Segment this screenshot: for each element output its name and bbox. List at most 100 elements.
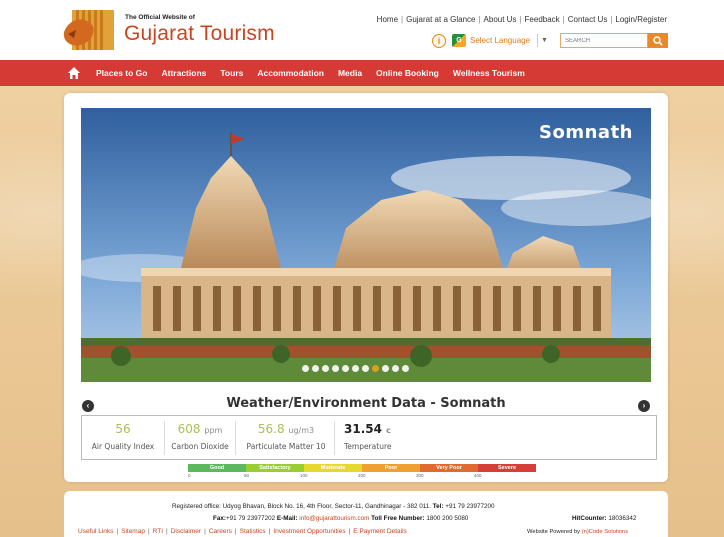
weather-data-box: 56 Air Quality Index 608 ppm Carbon Diox… — [81, 415, 657, 460]
scale-tick: 0 — [188, 473, 191, 478]
metric-aqi: 56 Air Quality Index — [84, 422, 162, 451]
footer-link-sitemap[interactable]: Sitemap — [121, 528, 145, 535]
scale-good: Good — [188, 464, 246, 472]
footer-address-line: Registered office: Udyog Bhavan, Block N… — [172, 503, 494, 510]
nav-item-accommodation[interactable]: Accommodation — [257, 68, 324, 78]
scale-severe: Severe — [478, 464, 536, 472]
language-icon[interactable]: G — [452, 34, 466, 47]
scale-satisfactory: Satisfactory — [246, 464, 304, 472]
footer-tel: +91 79 23977200 — [445, 503, 495, 510]
footer-fax: +91 79 23977202 — [225, 515, 276, 522]
search-button[interactable] — [648, 33, 668, 48]
slide-dot[interactable] — [322, 365, 329, 372]
footer-links: Useful Links | Sitemap | RTI | Disclaimer | Care… — [78, 528, 407, 535]
scale-poor: Poor — [362, 464, 420, 472]
slide-indicators — [302, 365, 409, 372]
slide-dot[interactable] — [352, 365, 359, 372]
hero-slideshow[interactable]: Somnath — [81, 108, 651, 382]
hero-title: Somnath — [539, 122, 633, 143]
scale-tick: 50 — [244, 473, 250, 478]
scale-very-poor: Very Poor — [420, 464, 478, 472]
footer-tollfree: 1800 200 5080 — [426, 515, 469, 522]
powered-label: Website Powered by — [527, 529, 581, 535]
nav-item-tours[interactable]: Tours — [220, 68, 243, 78]
metric-pm10: 56.8 ug/m3 Particulate Matter 10 — [240, 422, 332, 451]
slide-dot[interactable] — [382, 365, 389, 372]
slide-dot[interactable] — [402, 365, 409, 372]
hitcounter-value: 18036342 — [608, 515, 637, 522]
footer-tollfree-label: Toll Free Number: — [371, 515, 425, 522]
lion-logo-icon[interactable] — [62, 8, 118, 52]
slide-dot[interactable] — [332, 365, 339, 372]
footer-link-statistics[interactable]: Statistics — [240, 528, 266, 535]
metric-temperature: 31.54 c Temperature — [344, 422, 392, 451]
slide-dot-active[interactable] — [372, 365, 379, 372]
search-input[interactable] — [560, 33, 648, 48]
info-icon[interactable]: i — [432, 34, 446, 48]
aqi-label: Air Quality Index — [91, 442, 155, 451]
top-link-about[interactable]: About Us — [484, 15, 517, 24]
home-icon[interactable] — [67, 66, 81, 80]
footer-email-link[interactable]: info@gujarattourism.com — [299, 515, 369, 522]
nav-item-attractions[interactable]: Attractions — [162, 68, 207, 78]
language-select[interactable]: Select Language — [470, 36, 530, 45]
pm10-label: Particulate Matter 10 — [246, 442, 326, 451]
divider — [164, 421, 165, 455]
logo-tagline: The Official Website of — [125, 14, 195, 21]
top-link-contact[interactable]: Contact Us — [568, 15, 608, 24]
somnath-temple-image — [81, 108, 651, 382]
slide-dot[interactable] — [302, 365, 309, 372]
footer-link-rti[interactable]: RTI — [153, 528, 163, 535]
logo-title[interactable]: Gujarat Tourism — [124, 22, 275, 46]
divider — [334, 421, 335, 455]
slide-dot[interactable] — [342, 365, 349, 372]
footer-email-label: E-Mail: — [276, 515, 298, 522]
temperature-unit: c — [386, 426, 391, 435]
slide-dot[interactable] — [312, 365, 319, 372]
scale-tick: 400 — [474, 473, 482, 478]
scale-moderate: Moderate — [304, 464, 362, 472]
pm10-value: 56.8 — [257, 422, 285, 436]
co2-value: 608 — [177, 422, 201, 436]
slide-dot[interactable] — [362, 365, 369, 372]
aqi-scale: Good Satisfactory Moderate Poor Very Poo… — [188, 464, 536, 472]
scale-tick: 300 — [416, 473, 424, 478]
search-icon — [653, 35, 663, 46]
co2-unit: ppm — [204, 426, 223, 435]
aqi-value: 56 — [115, 422, 131, 436]
next-arrow-icon[interactable]: › — [638, 400, 650, 412]
footer-tel-label: Tel: — [432, 503, 444, 510]
footer-contact-line: Fax:+91 79 23977202 E-Mail: info@gujarat… — [213, 515, 468, 522]
footer-link-investment[interactable]: Investment Opportunities — [273, 528, 345, 535]
footer-link-disclaimer[interactable]: Disclaimer — [171, 528, 201, 535]
scale-tick: 200 — [358, 473, 366, 478]
slide-dot[interactable] — [392, 365, 399, 372]
co2-label: Carbon Dioxide — [171, 442, 229, 451]
top-links: Home | Gujarat at a Glance | About Us | Feedba… — [376, 15, 667, 24]
top-link-home[interactable]: Home — [377, 15, 398, 24]
nav-item-online-booking[interactable]: Online Booking — [376, 68, 439, 78]
hitcounter-label: HitCounter: — [572, 515, 607, 522]
nav-item-media[interactable]: Media — [338, 68, 362, 78]
main-nav: Places to Go Attractions Tours Accommoda… — [0, 60, 724, 86]
nav-item-wellness[interactable]: Wellness Tourism — [453, 68, 525, 78]
site-header: The Official Website of Gujarat Tourism … — [0, 0, 724, 60]
top-link-glance[interactable]: Gujarat at a Glance — [406, 15, 475, 24]
weather-title: Weather/Environment Data - Somnath — [226, 396, 506, 411]
temperature-label: Temperature — [344, 442, 392, 451]
footer-link-epayment[interactable]: E Payment Details — [353, 528, 406, 535]
divider — [235, 421, 236, 455]
chevron-down-icon[interactable]: ▼ — [537, 34, 551, 47]
footer-link-useful[interactable]: Useful Links — [78, 528, 113, 535]
metric-co2: 608 ppm Carbon Dioxide — [168, 422, 232, 451]
footer-hitcounter: HitCounter: 18036342 — [572, 515, 636, 522]
footer-link-careers[interactable]: Careers — [209, 528, 232, 535]
footer-address: Registered office: Udyog Bhavan, Block N… — [172, 503, 432, 510]
footer-powered-by: Website Powered by (n)Code Solutions — [527, 529, 628, 535]
scale-tick: 100 — [300, 473, 308, 478]
top-link-feedback[interactable]: Feedback — [525, 15, 560, 24]
nav-item-places[interactable]: Places to Go — [96, 68, 148, 78]
top-link-login[interactable]: Login/Register — [615, 15, 667, 24]
temperature-value: 31.54 — [344, 422, 382, 436]
powered-by-link[interactable]: (n)Code Solutions — [582, 529, 628, 535]
